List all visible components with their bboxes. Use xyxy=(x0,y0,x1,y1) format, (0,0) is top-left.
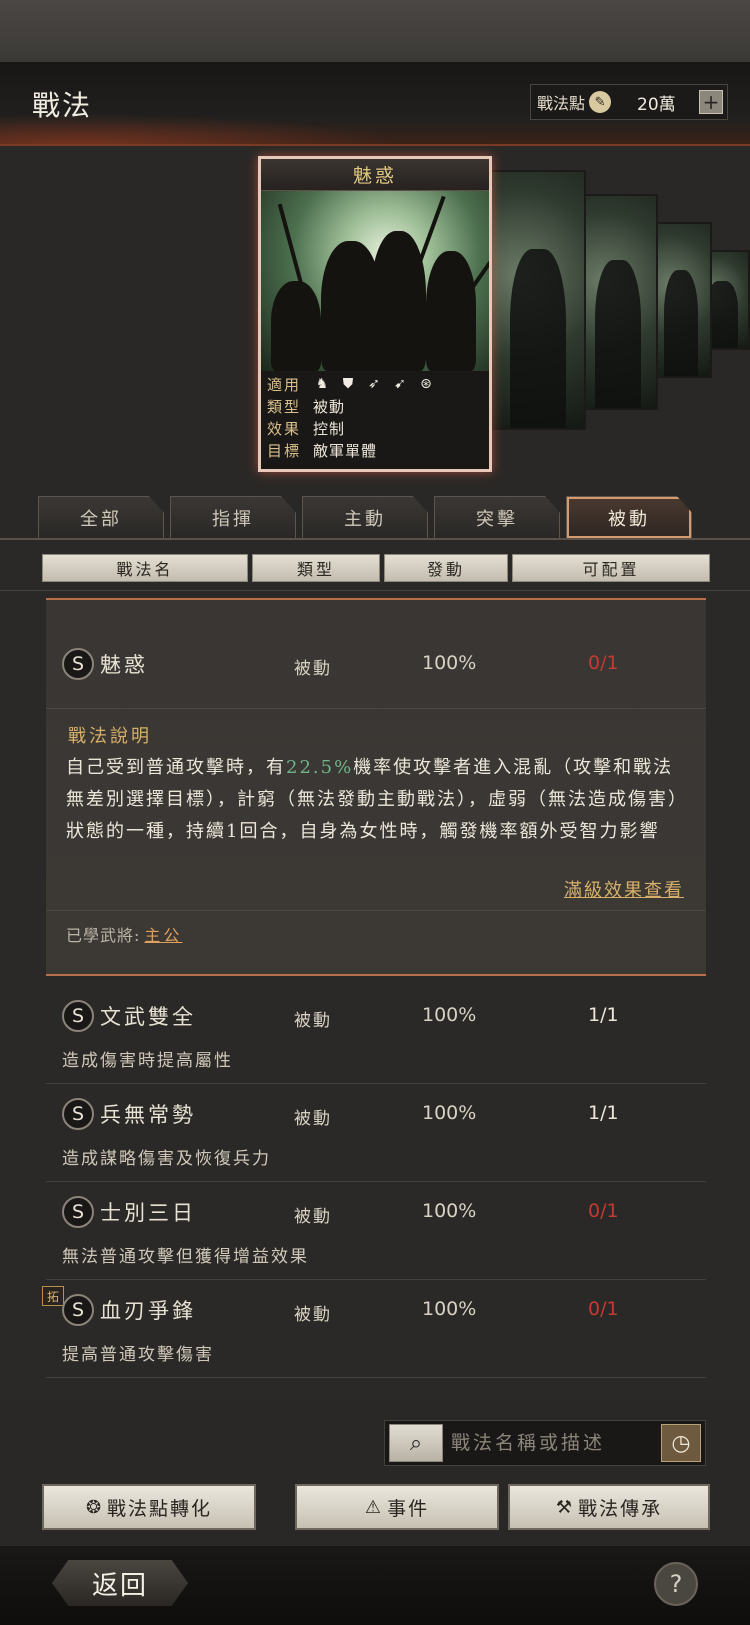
tactic-config-count: 0/1 xyxy=(588,1298,619,1320)
tactic-type: 被動 xyxy=(294,1109,332,1129)
search-icon[interactable]: ⌕ xyxy=(389,1424,443,1462)
grade-badge: S xyxy=(62,1196,94,1228)
cavalry-icon: ♞ xyxy=(315,376,329,392)
column-header-name[interactable]: 戰法名 xyxy=(42,554,248,582)
list-item[interactable]: S 士別三日 被動 100% 0/1 無法普通攻擊但獲得增益效果 xyxy=(46,1184,706,1280)
help-icon[interactable]: ? xyxy=(654,1562,698,1606)
tab-assault[interactable]: 突擊 xyxy=(434,496,560,538)
grade-badge: S xyxy=(62,1000,94,1032)
tactic-rate: 100% xyxy=(422,1200,477,1222)
tactic-name: 文武雙全 xyxy=(100,1005,196,1029)
tactic-list-panel: 戰法名 類型 發動 可配置 S 魅惑 被動 100% 0/1 戰法說明 自己受到… xyxy=(0,540,750,1400)
card-info-row: 效果 控制 xyxy=(267,419,346,438)
hammer-icon: ⚒ xyxy=(555,1496,575,1518)
tactic-config-count: 0/1 xyxy=(588,1200,619,1222)
column-header-trigger[interactable]: 發動 xyxy=(384,554,508,582)
card-title: 魅惑 xyxy=(261,159,489,191)
column-header-config[interactable]: 可配置 xyxy=(512,554,710,582)
tactic-name: 士別三日 xyxy=(100,1201,196,1225)
expansion-tag: 拓 xyxy=(42,1286,64,1306)
learned-generals: 已學武將: 主公 xyxy=(66,926,183,945)
tab-active[interactable]: 主動 xyxy=(302,496,428,538)
header: 戰法 戰法點 ✎ 20萬 + xyxy=(0,62,750,146)
grade-badge: S xyxy=(62,1294,94,1326)
tactic-card-carousel[interactable]: 魅惑 適用 ♞ ⛊ ➶ ➹ ⊛ 類型 被動 效果 控制 目標 敵軍單體 xyxy=(0,150,750,480)
column-header-type[interactable]: 類型 xyxy=(252,554,380,582)
expanded-tactic-item[interactable]: S 魅惑 被動 100% 0/1 戰法說明 自己受到普通攻擊時，有22.5%機率… xyxy=(46,598,706,976)
card-info: 適用 ♞ ⛊ ➶ ➹ ⊛ 類型 被動 效果 控制 目標 敵軍單體 xyxy=(261,371,489,461)
tactic-type: 被動 xyxy=(294,1011,332,1031)
convert-points-button[interactable]: ❂ 戰法點轉化 xyxy=(42,1484,256,1530)
tactic-name: 血刃爭鋒 xyxy=(100,1299,196,1323)
card-artwork xyxy=(261,191,489,371)
tab-command[interactable]: 指揮 xyxy=(170,496,296,538)
tab-passive[interactable]: 被動 xyxy=(566,496,692,538)
tactic-points-label: 戰法點 xyxy=(537,94,586,113)
page-title: 戰法 xyxy=(32,89,93,122)
trigger-chance-highlight: 22.5% xyxy=(286,757,354,778)
card-back-2[interactable] xyxy=(578,194,658,410)
tactic-points-value: 20萬 xyxy=(637,94,676,115)
quill-icon: ✎ xyxy=(589,91,612,113)
tactic-rate: 100% xyxy=(422,1298,477,1320)
column-headers: 戰法名 類型 發動 可配置 xyxy=(42,554,710,582)
list-item[interactable]: S 兵無常勢 被動 100% 1/1 造成謀略傷害及恢復兵力 xyxy=(46,1086,706,1182)
top-decor-band xyxy=(0,0,750,64)
search-bar: ⌕ ◷ xyxy=(384,1420,706,1466)
tactic-name: 兵無常勢 xyxy=(100,1103,196,1127)
tactic-summary: 造成傷害時提高屬性 xyxy=(62,1051,233,1071)
card-back-1[interactable] xyxy=(490,170,586,430)
tactic-type: 被動 xyxy=(294,1305,332,1325)
tactic-points-box: 戰法點 ✎ 20萬 + xyxy=(530,84,728,120)
inherit-button[interactable]: ⚒ 戰法傳承 xyxy=(508,1484,710,1530)
expanded-item-header: S 魅惑 xyxy=(62,646,148,682)
tactic-name: 魅惑 xyxy=(100,653,148,677)
list-item[interactable]: 拓 S 血刃爭鋒 被動 100% 0/1 提高普通攻擊傷害 xyxy=(42,1282,706,1378)
grade-badge: S xyxy=(62,648,94,680)
applicable-troop-icons: ♞ ⛊ ➶ ➹ ⊛ xyxy=(313,375,435,393)
list-item[interactable]: S 文武雙全 被動 100% 1/1 造成傷害時提高屬性 xyxy=(46,988,706,1084)
flame-icon: ❂ xyxy=(85,1496,104,1518)
full-level-effect-link[interactable]: 滿級效果查看 xyxy=(564,876,684,902)
tab-all[interactable]: 全部 xyxy=(38,496,164,538)
learned-general-link[interactable]: 主公 xyxy=(144,926,182,945)
card-back-3[interactable] xyxy=(650,222,712,378)
add-points-button[interactable]: + xyxy=(699,90,723,114)
shield-icon: ⛊ xyxy=(342,376,354,392)
tactic-type: 被動 xyxy=(294,659,332,679)
category-tabs: 全部 指揮 主動 突擊 被動 xyxy=(38,496,698,538)
bow-icon: ➶ xyxy=(368,376,380,392)
tactic-config-count: 0/1 xyxy=(588,652,619,674)
description-title: 戰法說明 xyxy=(68,726,152,747)
card-info-row: 適用 ♞ ⛊ ➶ ➹ ⊛ xyxy=(267,373,489,395)
card-info-row: 目標 敵軍單體 xyxy=(267,441,378,460)
tactic-summary: 提高普通攻擊傷害 xyxy=(62,1345,214,1365)
back-button[interactable]: 返回 xyxy=(52,1560,188,1606)
clock-icon[interactable]: ◷ xyxy=(661,1424,701,1462)
tactic-description: 自己受到普通攻擊時，有22.5%機率使攻擊者進入混亂（攻擊和戰法無差別選擇目標）… xyxy=(66,757,679,842)
tactic-rate: 100% xyxy=(422,1004,477,1026)
tactic-summary: 無法普通攻擊但獲得增益效果 xyxy=(62,1247,309,1267)
grade-badge: S xyxy=(62,1098,94,1130)
search-input[interactable] xyxy=(451,1432,651,1454)
wheel-icon: ⊛ xyxy=(420,376,432,392)
card-info-row: 類型 被動 xyxy=(267,397,346,416)
spear-icon: ➹ xyxy=(394,376,406,392)
tactic-summary: 造成謀略傷害及恢復兵力 xyxy=(62,1149,271,1169)
tactic-type: 被動 xyxy=(294,1207,332,1227)
tactic-rate: 100% xyxy=(422,1102,477,1124)
events-button[interactable]: ⚠ 事件 xyxy=(295,1484,499,1530)
selected-tactic-card[interactable]: 魅惑 適用 ♞ ⛊ ➶ ➹ ⊛ 類型 被動 效果 控制 目標 敵軍單體 xyxy=(258,156,492,472)
tactic-config-count: 1/1 xyxy=(588,1102,619,1124)
tactic-config-count: 1/1 xyxy=(588,1004,619,1026)
alert-icon: ⚠ xyxy=(364,1496,384,1518)
tactic-rate: 100% xyxy=(422,652,477,674)
